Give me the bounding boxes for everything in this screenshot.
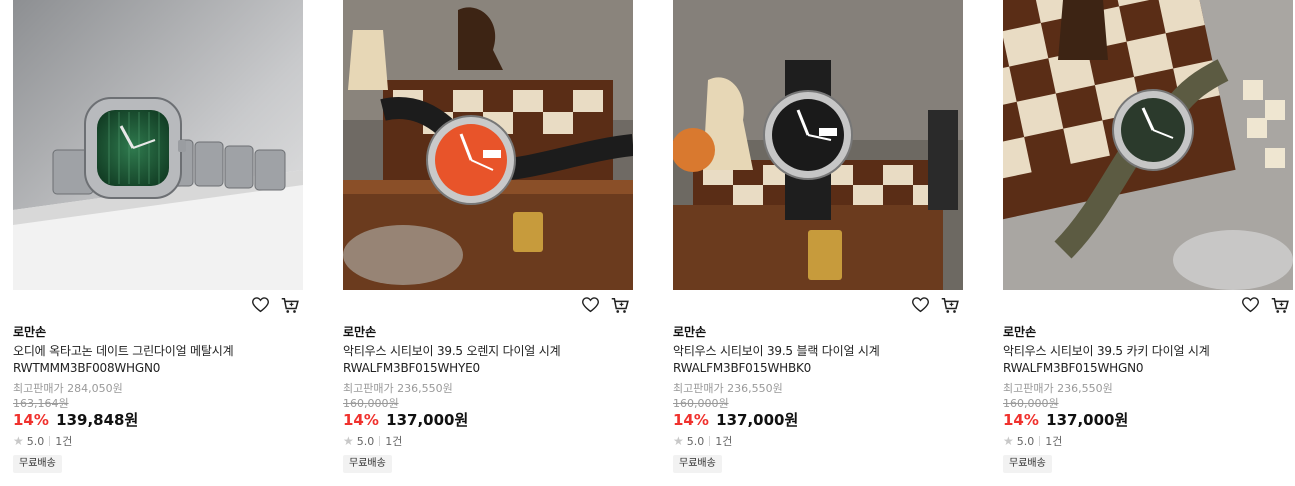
discount-rate: 14% xyxy=(13,411,49,429)
card-actions xyxy=(911,296,959,314)
rating: ★ 5.0 1건 xyxy=(13,433,72,449)
product-image[interactable] xyxy=(1003,0,1293,290)
cart-icon[interactable] xyxy=(1271,296,1289,314)
rating-score: 5.0 xyxy=(26,434,45,448)
free-shipping-badge: 무료배송 xyxy=(343,455,392,473)
product-card[interactable]: 로만손 악티우스 시티보이 39.5 카키 다이얼 시계 RWALFM3BF01… xyxy=(1003,0,1293,486)
divider xyxy=(1039,436,1041,446)
heart-icon[interactable] xyxy=(581,296,599,314)
product-card[interactable]: 로만손 악티우스 시티보이 39.5 블랙 다이얼 시계 RWALFM3BF01… xyxy=(673,0,963,486)
max-price: 최고판매가 236,550원 xyxy=(1003,382,1113,395)
product-title[interactable]: 오디에 옥타고논 데이트 그린다이얼 메탈시계 RWTMMM3BF008WHGN… xyxy=(13,343,293,377)
rating: ★ 5.0 1건 xyxy=(343,433,402,449)
product-title[interactable]: 악티우스 시티보이 39.5 오렌지 다이얼 시계 RWALFM3BF015WH… xyxy=(343,343,623,377)
star-icon: ★ xyxy=(673,434,684,448)
review-count: 1건 xyxy=(385,435,403,448)
discount-rate: 14% xyxy=(673,411,709,429)
product-image[interactable] xyxy=(343,0,633,290)
review-count: 1건 xyxy=(1045,435,1063,448)
brand-name: 로만손 xyxy=(343,325,377,339)
brand-name: 로만손 xyxy=(1003,325,1037,339)
divider xyxy=(709,436,711,446)
cart-icon[interactable] xyxy=(281,296,299,314)
discount-rate: 14% xyxy=(1003,411,1039,429)
free-shipping-badge: 무료배송 xyxy=(13,455,62,473)
price-line: 14% 139,848원 xyxy=(13,409,138,430)
product-card[interactable]: 로만손 오디에 옥타고논 데이트 그린다이얼 메탈시계 RWTMMM3BF008… xyxy=(13,0,303,486)
price-line: 14% 137,000원 xyxy=(343,409,468,430)
product-card[interactable]: 로만손 악티우스 시티보이 39.5 오렌지 다이얼 시계 RWALFM3BF0… xyxy=(343,0,633,486)
max-price: 최고판매가 236,550원 xyxy=(673,382,783,395)
cart-icon[interactable] xyxy=(611,296,629,314)
divider xyxy=(379,436,381,446)
product-title[interactable]: 악티우스 시티보이 39.5 블랙 다이얼 시계 RWALFM3BF015WHB… xyxy=(673,343,953,377)
rating-score: 5.0 xyxy=(356,434,375,448)
card-actions xyxy=(581,296,629,314)
product-image[interactable] xyxy=(673,0,963,290)
max-price: 최고판매가 284,050원 xyxy=(13,382,123,395)
sale-price: 139,848원 xyxy=(56,411,139,429)
card-actions xyxy=(251,296,299,314)
cart-icon[interactable] xyxy=(941,296,959,314)
card-actions xyxy=(1241,296,1289,314)
rating-score: 5.0 xyxy=(1016,434,1035,448)
heart-icon[interactable] xyxy=(1241,296,1259,314)
price-line: 14% 137,000원 xyxy=(1003,409,1128,430)
heart-icon[interactable] xyxy=(251,296,269,314)
product-title[interactable]: 악티우스 시티보이 39.5 카키 다이얼 시계 RWALFM3BF015WHG… xyxy=(1003,343,1283,377)
free-shipping-badge: 무료배송 xyxy=(673,455,722,473)
sale-price: 137,000원 xyxy=(1046,411,1129,429)
price-line: 14% 137,000원 xyxy=(673,409,798,430)
max-price: 최고판매가 236,550원 xyxy=(343,382,453,395)
star-icon: ★ xyxy=(1003,434,1014,448)
star-icon: ★ xyxy=(343,434,354,448)
rating: ★ 5.0 1건 xyxy=(1003,433,1062,449)
heart-icon[interactable] xyxy=(911,296,929,314)
brand-name: 로만손 xyxy=(13,325,47,339)
review-count: 1건 xyxy=(715,435,733,448)
free-shipping-badge: 무료배송 xyxy=(1003,455,1052,473)
rating: ★ 5.0 1건 xyxy=(673,433,732,449)
product-image[interactable] xyxy=(13,0,303,290)
brand-name: 로만손 xyxy=(673,325,707,339)
sale-price: 137,000원 xyxy=(386,411,469,429)
rating-score: 5.0 xyxy=(686,434,705,448)
star-icon: ★ xyxy=(13,434,24,448)
discount-rate: 14% xyxy=(343,411,379,429)
review-count: 1건 xyxy=(55,435,73,448)
divider xyxy=(49,436,51,446)
sale-price: 137,000원 xyxy=(716,411,799,429)
product-grid: 로만손 오디에 옥타고논 데이트 그린다이얼 메탈시계 RWTMMM3BF008… xyxy=(0,0,1295,486)
